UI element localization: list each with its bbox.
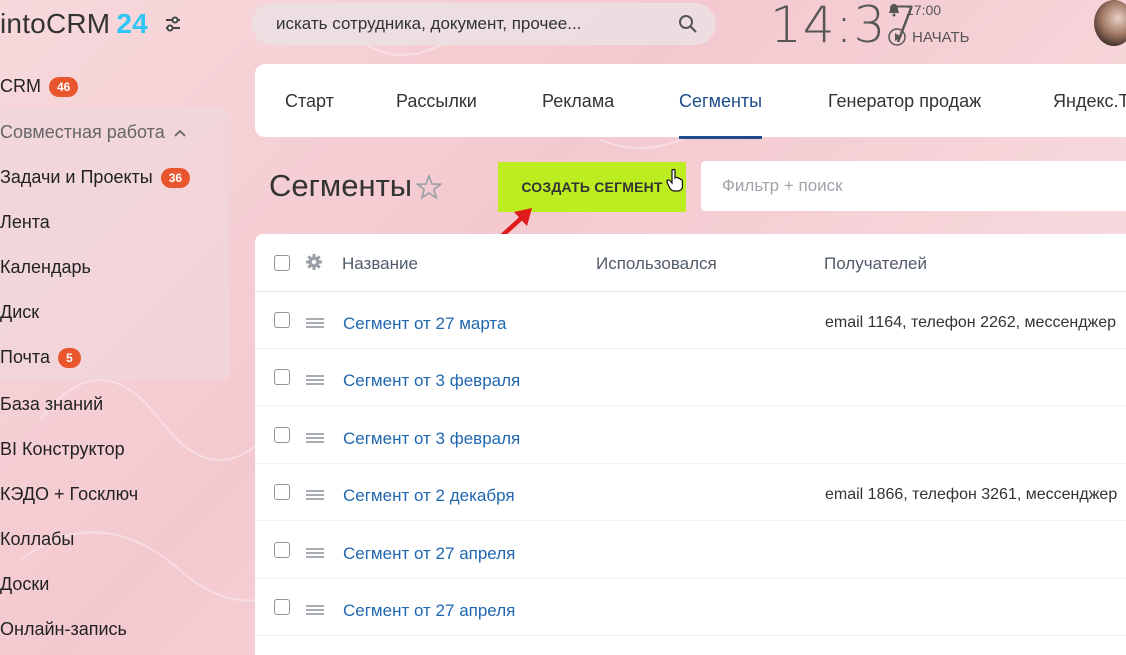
select-all-checkbox[interactable] [274,255,290,271]
sidebar-item-label: Диск [0,302,40,322]
drag-handle-icon[interactable] [306,317,324,329]
row-checkbox[interactable] [274,369,290,385]
chevron-up-icon[interactable] [173,128,187,138]
sidebar-item-label: Доски [0,574,50,594]
sidebar-item-label: Совместная работа [0,122,165,142]
sidebar-item-label: Лента [0,212,50,232]
segment-name-link[interactable]: Сегмент от 3 февраля [343,429,520,449]
recipients-count: email 1164, телефон 2262, мессенджер [825,314,1117,331]
sidebar-badge: 36 [160,167,191,188]
table-row[interactable]: Сегмент от 3 февраля [255,349,1126,406]
alarm-time: 17:00 [906,2,942,18]
column-header-name[interactable]: Название [342,254,418,274]
tab-sales-generator[interactable]: Генератор продаж [828,91,981,112]
row-checkbox[interactable] [274,427,290,443]
start-label: НАЧАТЬ [912,28,970,46]
sidebar-item-kedo[interactable]: КЭДО + Госключ [0,484,138,505]
filter-search-input[interactable]: Фильтр + поиск [701,161,1126,211]
sidebar-item-bi-builder[interactable]: BI Конструктор [0,439,125,460]
sidebar-item-knowledge-base[interactable]: База знаний [0,394,103,415]
row-checkbox[interactable] [274,484,290,500]
table-row[interactable]: Сегмент от 27 марта email 1164, телефон … [255,292,1126,349]
sidebar-item-label: Календарь [0,257,91,277]
page-title: Сегменты [269,168,413,203]
search-placeholder: искать сотрудника, документ, прочее... [276,14,582,33]
sidebar-item-online-booking[interactable]: Онлайн-запись [0,619,127,640]
sidebar-item-feed[interactable]: Лента [0,212,50,233]
sidebar-item-crm[interactable]: CRM 46 [0,76,79,97]
sidebar-item-label: Коллабы [0,529,75,549]
search-icon[interactable] [678,14,698,34]
sidebar-item-calendar[interactable]: Календарь [0,257,91,278]
sidebar-badge: 46 [49,76,79,97]
segment-name-link[interactable]: Сегмент от 3 февраля [343,371,520,391]
drag-handle-icon[interactable] [306,489,324,501]
tab-start[interactable]: Старт [285,91,334,112]
segment-name-link[interactable]: Сегмент от 27 марта [343,314,506,334]
search-input[interactable]: искать сотрудника, документ, прочее... [252,3,716,45]
play-icon [888,28,906,46]
hand-cursor-icon [666,168,684,192]
start-workday-button[interactable]: НАЧАТЬ [888,28,970,46]
sidebar-badge: 5 [57,347,81,368]
sidebar-item-label: CRM [0,76,41,96]
row-checkbox[interactable] [274,599,290,615]
logo-number: 24 [116,8,148,39]
column-header-recipients[interactable]: Получателей [824,254,927,274]
sidebar-item-boards[interactable]: Доски [0,574,49,595]
table-row[interactable]: Сегмент от 27 апреля [255,579,1126,636]
sliders-icon[interactable] [164,15,182,33]
sidebar-item-disk[interactable]: Диск [0,302,39,323]
app-logo[interactable]: intoCRM 24 [0,8,182,40]
sidebar-item-label: Задачи и Проекты [0,167,153,187]
tab-bar: Старт Рассылки Реклама Сегменты Генерато… [255,64,1126,139]
segments-table: Название Использовался Получателей Сегме… [255,234,1126,655]
drag-handle-icon[interactable] [306,547,324,559]
clock-meta: 17:00 НАЧАТЬ [888,2,970,46]
sidebar-item-label: База знаний [0,394,104,414]
drag-handle-icon[interactable] [306,374,324,386]
logo-text: intoCRM [0,8,111,39]
drag-handle-icon[interactable] [306,604,324,616]
table-row[interactable]: Сегмент от 3 февраля [255,407,1126,464]
filter-placeholder: Фильтр + поиск [722,176,843,195]
bell-icon [889,4,899,17]
sidebar-item-tasks[interactable]: Задачи и Проекты 36 [0,167,191,188]
tab-segments[interactable]: Сегменты [679,91,763,139]
avatar[interactable] [1094,0,1126,46]
sidebar-item-label: КЭДО + Госключ [0,484,139,504]
segment-name-link[interactable]: Сегмент от 2 декабря [343,486,515,506]
tab-ads[interactable]: Реклама [542,91,614,112]
row-checkbox[interactable] [274,542,290,558]
sidebar-group-box [0,108,230,380]
segment-name-link[interactable]: Сегмент от 27 апреля [343,601,515,621]
sidebar-item-label: BI Конструктор [0,439,125,459]
gear-icon[interactable] [305,253,323,271]
sidebar-item-mail[interactable]: Почта 5 [0,347,81,368]
segment-name-link[interactable]: Сегмент от 27 апреля [343,544,515,564]
drag-handle-icon[interactable] [306,432,324,444]
recipients-count: email 1866, телефон 3261, мессенджер [825,486,1118,503]
sidebar-item-label: Онлайн-запись [0,619,127,639]
table-row[interactable]: Сегмент от 2 декабря email 1866, телефон… [255,464,1126,521]
table-row[interactable]: Сегмент от 27 апреля [255,522,1126,579]
star-icon[interactable] [416,174,442,200]
sidebar-item-collaboration[interactable]: Совместная работа [0,122,187,143]
tab-mailings[interactable]: Рассылки [396,91,477,112]
sidebar-item-label: Почта [0,347,50,367]
sidebar-item-collabs[interactable]: Коллабы [0,529,74,550]
tab-yandex[interactable]: Яндекс.Т [1053,91,1126,112]
table-header: Название Использовался Получателей [255,234,1126,292]
alarm[interactable]: 17:00 [888,2,970,18]
row-checkbox[interactable] [274,312,290,328]
column-header-used[interactable]: Использовался [596,254,717,274]
